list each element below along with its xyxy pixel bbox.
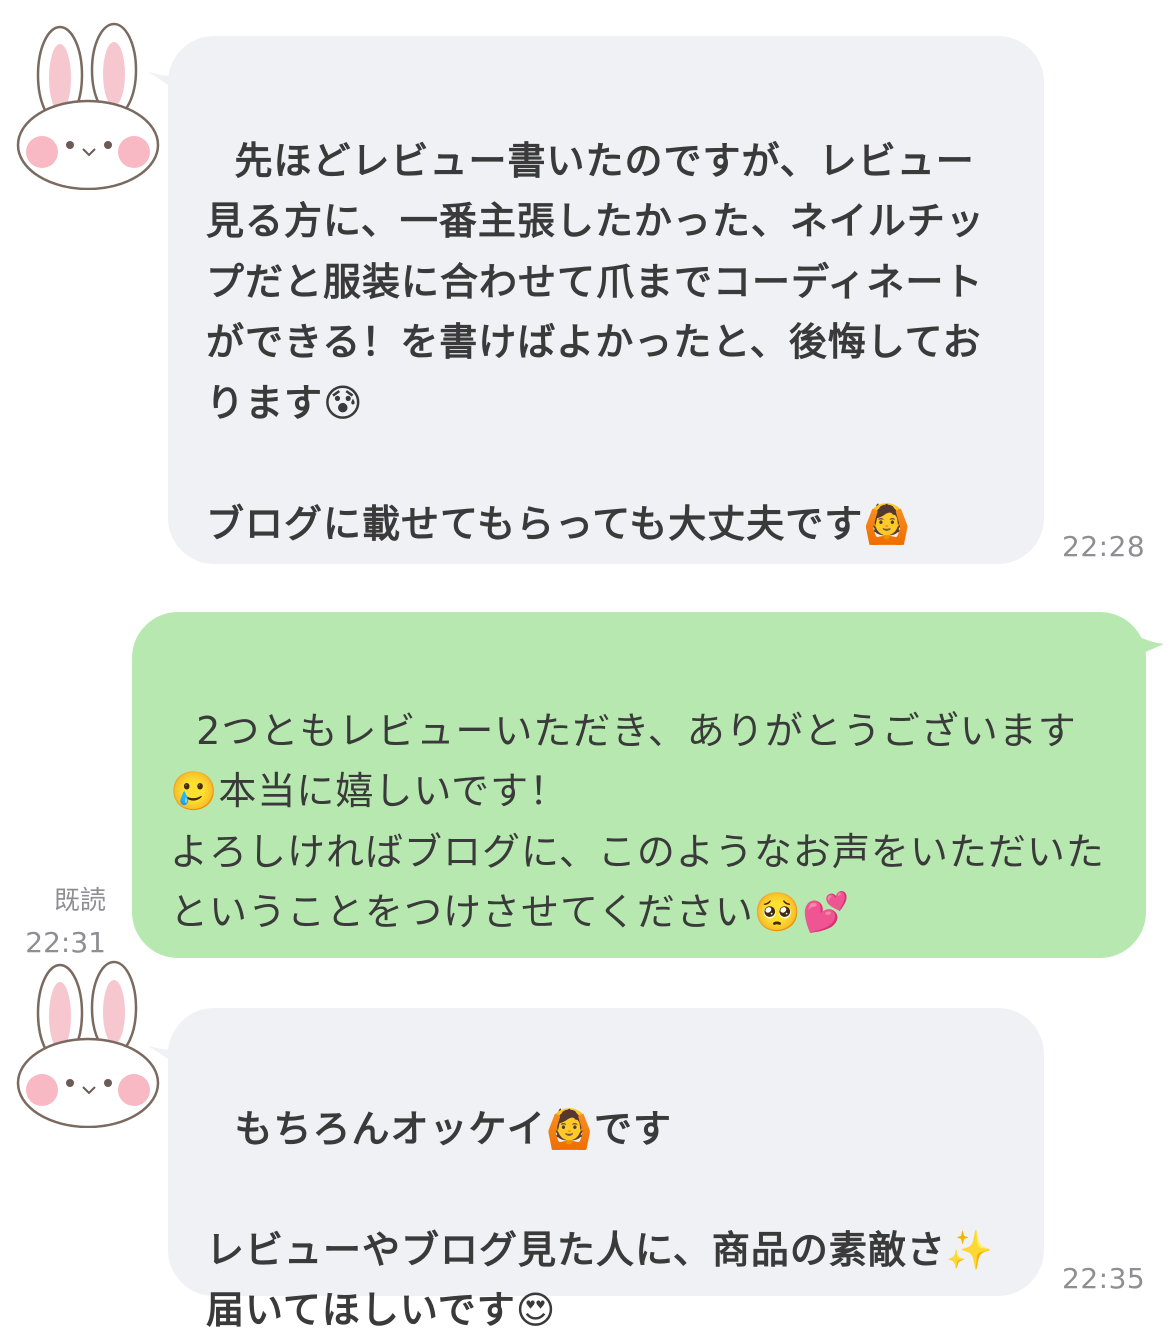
message-timestamp: 22:28	[1062, 530, 1146, 563]
message-text: もちろんオッケイ🙆です レビューやブログ見た人に、商品の素敵さ✨届いてほしいです…	[206, 1106, 995, 1333]
message-bubble-incoming[interactable]: もちろんオッケイ🙆です レビューやブログ見た人に、商品の素敵さ✨届いてほしいです…	[168, 1008, 1044, 1332]
read-label: 既読	[53, 886, 106, 916]
message-text: 2つともレビューいただき、ありがとうございます🥲本当に嬉しいです！ よろしければ…	[170, 708, 1105, 935]
read-receipt: 既読 22:31	[20, 880, 106, 964]
message-bubble-incoming[interactable]: 先ほどレビュー書いたのですが、レビュー見る方に、一番主張したかった、ネイルチップ…	[168, 36, 1044, 564]
message-text: 先ほどレビュー書いたのですが、レビュー見る方に、一番主張したかった、ネイルチップ…	[206, 138, 985, 546]
message-bubble-outgoing[interactable]: 2つともレビューいただき、ありがとうございます🥲本当に嬉しいです！ よろしければ…	[132, 612, 1146, 958]
message-timestamp: 22:35	[1062, 1262, 1146, 1295]
bunny-avatar-icon[interactable]	[12, 958, 162, 1128]
bubble-tail	[1120, 624, 1164, 664]
bunny-avatar-icon[interactable]	[12, 20, 162, 190]
